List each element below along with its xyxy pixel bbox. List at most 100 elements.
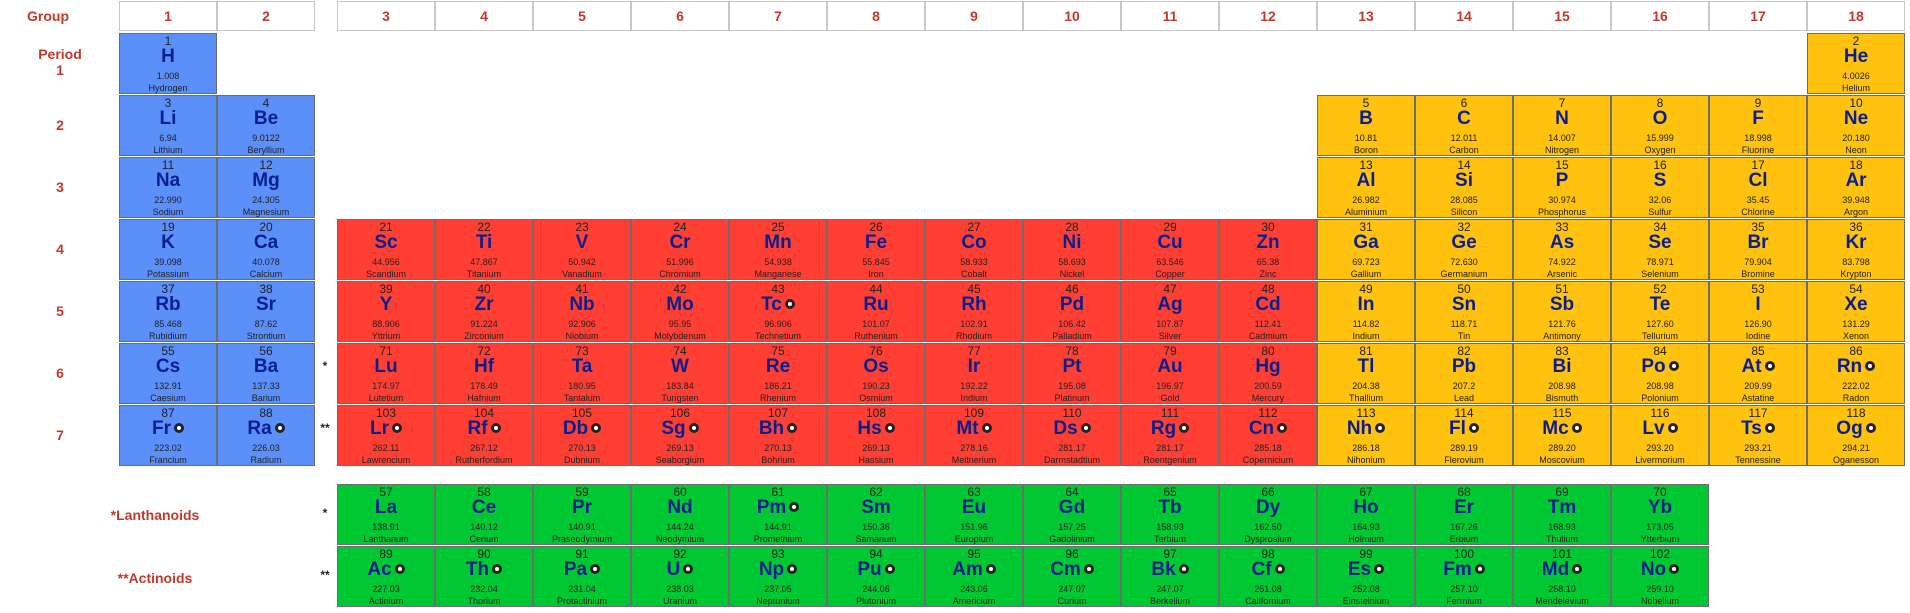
element-cell-ytterbium[interactable]: 70 Yb 173.05 Ytterbium bbox=[1611, 484, 1709, 545]
element-cell-hydrogen[interactable]: 1 H 1.008 Hydrogen bbox=[119, 33, 217, 94]
element-cell-iridium[interactable]: 77 Ir 192.22 Iridium bbox=[925, 343, 1023, 404]
element-cell-palladium[interactable]: 46 Pd 106.42 Palladium bbox=[1023, 281, 1121, 342]
element-cell-polonium[interactable]: 84 Po 208.98 Polonium bbox=[1611, 343, 1709, 404]
element-cell-technetium[interactable]: 43 Tc 96.906 Technetium bbox=[729, 281, 827, 342]
element-cell-scandium[interactable]: 21 Sc 44.956 Scandium bbox=[337, 219, 435, 280]
element-cell-phosphorus[interactable]: 15 P 30.974 Phosphorus bbox=[1513, 157, 1611, 218]
element-cell-iodine[interactable]: 53 I 126.90 Iodine bbox=[1709, 281, 1807, 342]
element-cell-boron[interactable]: 5 B 10.81 Boron bbox=[1317, 95, 1415, 156]
element-cell-bromine[interactable]: 35 Br 79.904 Bromine bbox=[1709, 219, 1807, 280]
element-cell-antimony[interactable]: 51 Sb 121.76 Antimony bbox=[1513, 281, 1611, 342]
element-cell-indium[interactable]: 49 In 114.82 Indium bbox=[1317, 281, 1415, 342]
element-cell-gadolinium[interactable]: 64 Gd 157.25 Gadolinium bbox=[1023, 484, 1121, 545]
element-cell-oxygen[interactable]: 8 O 15.999 Oxygen bbox=[1611, 95, 1709, 156]
element-cell-tennessine[interactable]: 117 Ts 293.21 Tennessine bbox=[1709, 405, 1807, 466]
element-cell-tungsten[interactable]: 74 W 183.84 Tungsten bbox=[631, 343, 729, 404]
element-cell-ruthenium[interactable]: 44 Ru 101.07 Ruthenium bbox=[827, 281, 925, 342]
element-cell-sodium[interactable]: 11 Na 22.990 Sodium bbox=[119, 157, 217, 218]
element-cell-argon[interactable]: 18 Ar 39.948 Argon bbox=[1807, 157, 1905, 218]
element-cell-holmium[interactable]: 67 Ho 164.93 Holmium bbox=[1317, 484, 1415, 545]
element-cell-lithium[interactable]: 3 Li 6.94 Lithium bbox=[119, 95, 217, 156]
element-cell-terbium[interactable]: 65 Tb 158.93 Terbium bbox=[1121, 484, 1219, 545]
element-cell-thulium[interactable]: 69 Tm 168.93 Thulium bbox=[1513, 484, 1611, 545]
element-cell-yttrium[interactable]: 39 Y 88.906 Yttrium bbox=[337, 281, 435, 342]
element-cell-thorium[interactable]: 90 Th 232.04 Thorium bbox=[435, 546, 533, 607]
element-cell-rhenium[interactable]: 75 Re 186.21 Rhenium bbox=[729, 343, 827, 404]
element-cell-dubnium[interactable]: 105 Db 270.13 Dubnium bbox=[533, 405, 631, 466]
element-cell-gold[interactable]: 79 Au 196.97 Gold bbox=[1121, 343, 1219, 404]
element-cell-protactinium[interactable]: 91 Pa 231.04 Protactinium bbox=[533, 546, 631, 607]
element-cell-zirconium[interactable]: 40 Zr 91.224 Zirconium bbox=[435, 281, 533, 342]
element-cell-titanium[interactable]: 22 Ti 47.867 Titanium bbox=[435, 219, 533, 280]
element-cell-einsteinium[interactable]: 99 Es 252.08 Einsteinium bbox=[1317, 546, 1415, 607]
element-cell-helium[interactable]: 2 He 4.0026 Helium bbox=[1807, 33, 1905, 94]
element-cell-americium[interactable]: 95 Am 243.06 Americium bbox=[925, 546, 1023, 607]
element-cell-silver[interactable]: 47 Ag 107.87 Silver bbox=[1121, 281, 1219, 342]
element-cell-copernicium[interactable]: 112 Cn 285.18 Copernicium bbox=[1219, 405, 1317, 466]
element-cell-xenon[interactable]: 54 Xe 131.29 Xenon bbox=[1807, 281, 1905, 342]
element-cell-strontium[interactable]: 38 Sr 87.62 Strontium bbox=[217, 281, 315, 342]
element-cell-iron[interactable]: 26 Fe 55.845 Iron bbox=[827, 219, 925, 280]
element-cell-vanadium[interactable]: 23 V 50.942 Vanadium bbox=[533, 219, 631, 280]
element-cell-cerium[interactable]: 58 Ce 140.12 Cerium bbox=[435, 484, 533, 545]
element-cell-flerovium[interactable]: 114 Fl 289.19 Flerovium bbox=[1415, 405, 1513, 466]
element-cell-erbium[interactable]: 68 Er 167.26 Erbium bbox=[1415, 484, 1513, 545]
element-cell-hassium[interactable]: 108 Hs 269.13 Hassium bbox=[827, 405, 925, 466]
element-cell-lutetium[interactable]: 71 Lu 174.97 Lutetium bbox=[337, 343, 435, 404]
element-cell-californium[interactable]: 98 Cf 251.08 Californium bbox=[1219, 546, 1317, 607]
element-cell-moscovium[interactable]: 115 Mc 289.20 Moscovium bbox=[1513, 405, 1611, 466]
element-cell-plutonium[interactable]: 94 Pu 244.06 Plutonium bbox=[827, 546, 925, 607]
element-cell-lanthanum[interactable]: 57 La 138.91 Lanthanum bbox=[337, 484, 435, 545]
element-cell-nitrogen[interactable]: 7 N 14.007 Nitrogen bbox=[1513, 95, 1611, 156]
element-cell-nickel[interactable]: 28 Ni 58.693 Nickel bbox=[1023, 219, 1121, 280]
element-cell-francium[interactable]: 87 Fr 223.02 Francium bbox=[119, 405, 217, 466]
element-cell-potassium[interactable]: 19 K 39.098 Potassium bbox=[119, 219, 217, 280]
element-cell-chlorine[interactable]: 17 Cl 35.45 Chlorine bbox=[1709, 157, 1807, 218]
element-cell-niobium[interactable]: 41 Nb 92.906 Niobium bbox=[533, 281, 631, 342]
element-cell-samarium[interactable]: 62 Sm 150.36 Samarium bbox=[827, 484, 925, 545]
element-cell-actinium[interactable]: 89 Ac 227.03 Actinium bbox=[337, 546, 435, 607]
element-cell-dysprosium[interactable]: 66 Dy 162.50 Dysprosium bbox=[1219, 484, 1317, 545]
element-cell-cadmium[interactable]: 48 Cd 112.41 Cadmium bbox=[1219, 281, 1317, 342]
element-cell-tantalum[interactable]: 73 Ta 180.95 Tantalum bbox=[533, 343, 631, 404]
element-cell-rubidium[interactable]: 37 Rb 85.468 Rubidium bbox=[119, 281, 217, 342]
element-cell-krypton[interactable]: 36 Kr 83.798 Krypton bbox=[1807, 219, 1905, 280]
element-cell-neon[interactable]: 10 Ne 20.180 Neon bbox=[1807, 95, 1905, 156]
element-cell-hafnium[interactable]: 72 Hf 178.49 Hafnium bbox=[435, 343, 533, 404]
element-cell-aluminium[interactable]: 13 Al 26.982 Aluminium bbox=[1317, 157, 1415, 218]
element-cell-chromium[interactable]: 24 Cr 51.996 Chromium bbox=[631, 219, 729, 280]
element-cell-praseodymium[interactable]: 59 Pr 140.91 Praseodymium bbox=[533, 484, 631, 545]
element-cell-beryllium[interactable]: 4 Be 9.0122 Beryllium bbox=[217, 95, 315, 156]
element-cell-oganesson[interactable]: 118 Og 294.21 Oganesson bbox=[1807, 405, 1905, 466]
element-cell-barium[interactable]: 56 Ba 137.33 Barium bbox=[217, 343, 315, 404]
element-cell-livermorium[interactable]: 116 Lv 293.20 Livermorium bbox=[1611, 405, 1709, 466]
element-cell-radon[interactable]: 86 Rn 222.02 Radon bbox=[1807, 343, 1905, 404]
element-cell-rhodium[interactable]: 45 Rh 102.91 Rhodium bbox=[925, 281, 1023, 342]
element-cell-mendelevium[interactable]: 101 Md 258.10 Mendelevium bbox=[1513, 546, 1611, 607]
element-cell-roentgenium[interactable]: 111 Rg 281.17 Roentgenium bbox=[1121, 405, 1219, 466]
element-cell-berkelium[interactable]: 97 Bk 247.07 Berkelium bbox=[1121, 546, 1219, 607]
element-cell-copper[interactable]: 29 Cu 63.546 Copper bbox=[1121, 219, 1219, 280]
element-cell-radium[interactable]: 88 Ra 226.03 Radium bbox=[217, 405, 315, 466]
element-cell-bismuth[interactable]: 83 Bi 208.98 Bismuth bbox=[1513, 343, 1611, 404]
element-cell-sulfur[interactable]: 16 S 32.06 Sulfur bbox=[1611, 157, 1709, 218]
element-cell-magnesium[interactable]: 12 Mg 24.305 Magnesium bbox=[217, 157, 315, 218]
element-cell-tin[interactable]: 50 Sn 118.71 Tin bbox=[1415, 281, 1513, 342]
element-cell-gallium[interactable]: 31 Ga 69.723 Gallium bbox=[1317, 219, 1415, 280]
element-cell-lawrencium[interactable]: 103 Lr 262.11 Lawrencium bbox=[337, 405, 435, 466]
element-cell-platinum[interactable]: 78 Pt 195.08 Platinum bbox=[1023, 343, 1121, 404]
element-cell-carbon[interactable]: 6 C 12.011 Carbon bbox=[1415, 95, 1513, 156]
element-cell-rutherfordium[interactable]: 104 Rf 267.12 Rutherfordium bbox=[435, 405, 533, 466]
element-cell-selenium[interactable]: 34 Se 78.971 Selenium bbox=[1611, 219, 1709, 280]
element-cell-tellurium[interactable]: 52 Te 127.60 Tellurium bbox=[1611, 281, 1709, 342]
element-cell-neptunium[interactable]: 93 Np 237.05 Neptunium bbox=[729, 546, 827, 607]
element-cell-neodymium[interactable]: 60 Nd 144.24 Neodymium bbox=[631, 484, 729, 545]
element-cell-uranium[interactable]: 92 U 238.03 Uranium bbox=[631, 546, 729, 607]
element-cell-thallium[interactable]: 81 Tl 204.38 Thallium bbox=[1317, 343, 1415, 404]
element-cell-germanium[interactable]: 32 Ge 72.630 Germanium bbox=[1415, 219, 1513, 280]
element-cell-bohrium[interactable]: 107 Bh 270.13 Bohrium bbox=[729, 405, 827, 466]
element-cell-lead[interactable]: 82 Pb 207.2 Lead bbox=[1415, 343, 1513, 404]
element-cell-manganese[interactable]: 25 Mn 54.938 Manganese bbox=[729, 219, 827, 280]
element-cell-nihonium[interactable]: 113 Nh 286.18 Nihonium bbox=[1317, 405, 1415, 466]
element-cell-zinc[interactable]: 30 Zn 65.38 Zinc bbox=[1219, 219, 1317, 280]
